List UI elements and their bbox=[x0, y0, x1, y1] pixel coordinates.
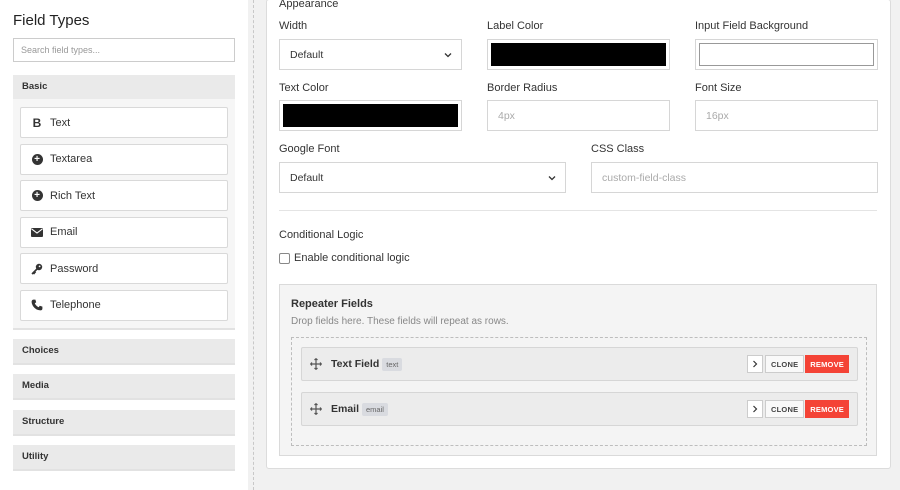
group-basic: Basic B Text + Textarea + Rich Text Emai… bbox=[13, 75, 235, 330]
enable-conditional-logic-checkbox[interactable]: Enable conditional logic bbox=[279, 252, 410, 264]
field-type-label: Telephone bbox=[50, 299, 101, 311]
field-type-rich-text[interactable]: + Rich Text bbox=[20, 180, 228, 211]
plus-circle-icon: + bbox=[30, 153, 44, 165]
remove-button[interactable]: REMOVE bbox=[805, 355, 849, 373]
group-media: Media bbox=[13, 374, 235, 400]
chevron-right-icon bbox=[753, 360, 758, 368]
group-utility: Utility bbox=[13, 445, 235, 471]
field-types-sidebar: Field Types Basic B Text + Textarea + Ri… bbox=[0, 0, 248, 490]
text-color-swatch bbox=[283, 104, 458, 127]
checkbox-label: Enable conditional logic bbox=[294, 252, 410, 264]
repeater-item-type-badge: email bbox=[362, 402, 388, 416]
css-class-input[interactable]: custom-field-class bbox=[591, 162, 878, 193]
google-font-select[interactable]: Default bbox=[279, 162, 566, 193]
sidebar-divider bbox=[253, 0, 254, 490]
border-radius-input[interactable]: 4px bbox=[487, 100, 670, 131]
repeater-item-type-badge: text bbox=[382, 357, 403, 371]
chevron-down-icon bbox=[548, 175, 556, 180]
google-font-label: Google Font bbox=[279, 143, 340, 155]
field-type-label: Email bbox=[50, 226, 78, 238]
field-type-text[interactable]: B Text bbox=[20, 107, 228, 138]
field-type-textarea[interactable]: + Textarea bbox=[20, 143, 228, 175]
checkbox-box[interactable] bbox=[279, 252, 290, 264]
plus-circle-icon: + bbox=[30, 190, 44, 201]
repeater-dropzone[interactable]: Text Field text CLONE REMOVE Email email… bbox=[291, 337, 867, 446]
group-header-media[interactable]: Media bbox=[13, 374, 235, 398]
input-background-swatch bbox=[699, 43, 874, 66]
repeater-item-name: Email bbox=[331, 403, 360, 415]
field-type-email[interactable]: Email bbox=[20, 216, 228, 248]
group-header-choices[interactable]: Choices bbox=[13, 339, 235, 363]
text-color-label: Text Color bbox=[279, 82, 329, 94]
css-class-label: CSS Class bbox=[591, 143, 645, 155]
chevron-right-icon bbox=[753, 405, 758, 413]
group-header-basic[interactable]: Basic bbox=[13, 75, 235, 99]
field-type-label: Password bbox=[50, 262, 99, 275]
repeater-subtitle: Drop fields here. These fields will repe… bbox=[291, 316, 509, 327]
expand-toggle-button[interactable] bbox=[747, 400, 764, 418]
input-background-label: Input Field Background bbox=[695, 20, 809, 32]
label-color-picker[interactable] bbox=[487, 39, 670, 70]
group-structure: Structure bbox=[13, 410, 235, 436]
repeater-item[interactable]: Text Field text CLONE REMOVE bbox=[301, 347, 858, 381]
phone-icon bbox=[30, 299, 44, 311]
key-icon bbox=[30, 263, 44, 275]
width-select[interactable]: Default bbox=[279, 39, 462, 70]
group-choices: Choices bbox=[13, 339, 235, 365]
group-header-structure[interactable]: Structure bbox=[13, 410, 235, 434]
field-type-search-input[interactable] bbox=[13, 38, 235, 62]
text-color-picker[interactable] bbox=[279, 100, 462, 131]
field-type-label: Textarea bbox=[50, 153, 93, 165]
label-color-swatch bbox=[491, 43, 666, 66]
repeater-item-name: Text Field bbox=[331, 358, 380, 370]
clone-button[interactable]: CLONE bbox=[765, 400, 805, 418]
envelope-icon bbox=[30, 227, 44, 237]
input-background-color-picker[interactable] bbox=[695, 39, 878, 70]
width-label: Width bbox=[279, 20, 308, 32]
field-type-telephone[interactable]: Telephone bbox=[20, 289, 228, 321]
chevron-down-icon bbox=[444, 52, 452, 57]
field-type-password[interactable]: Password bbox=[20, 253, 228, 284]
font-size-input[interactable]: 16px bbox=[695, 100, 878, 131]
expand-toggle-button[interactable] bbox=[747, 355, 764, 373]
border-radius-label: Border Radius bbox=[487, 82, 558, 94]
repeater-item[interactable]: Email email CLONE REMOVE bbox=[301, 392, 858, 426]
group-header-utility[interactable]: Utility bbox=[13, 445, 235, 469]
bold-icon: B bbox=[32, 115, 42, 130]
google-font-select-value: Default bbox=[290, 171, 324, 184]
repeater-title: Repeater Fields bbox=[291, 298, 373, 310]
remove-button[interactable]: REMOVE bbox=[805, 400, 849, 418]
sidebar-title: Field Types bbox=[13, 12, 90, 29]
appearance-section-label: Appearance bbox=[279, 0, 339, 10]
font-size-label: Font Size bbox=[695, 82, 742, 94]
drag-handle-icon[interactable] bbox=[310, 358, 322, 370]
field-type-label: Text bbox=[50, 116, 71, 129]
field-type-label: Rich Text bbox=[50, 189, 96, 202]
repeater-fields-container: Repeater Fields Drop fields here. These … bbox=[279, 284, 877, 456]
label-color-label: Label Color bbox=[487, 20, 544, 32]
width-select-value: Default bbox=[290, 48, 324, 61]
drag-handle-icon[interactable] bbox=[310, 403, 322, 415]
conditional-logic-label: Conditional Logic bbox=[279, 229, 364, 241]
section-divider bbox=[279, 210, 877, 211]
clone-button[interactable]: CLONE bbox=[765, 355, 805, 373]
